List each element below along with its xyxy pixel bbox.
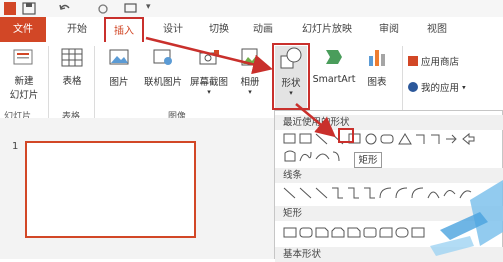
table-icon: [61, 48, 83, 67]
powerpoint-logo-icon: [4, 2, 16, 15]
picture-button[interactable]: 图片: [104, 46, 134, 88]
new-slide-button[interactable]: 新建 幻灯片: [6, 46, 42, 101]
slide-thumbnail[interactable]: [25, 141, 196, 238]
smartart-label: SmartArt: [312, 74, 356, 85]
shape-tooltip: 矩形: [354, 152, 382, 168]
chart-label: 图表: [367, 77, 387, 88]
tab-design[interactable]: 设计: [158, 21, 188, 39]
screenshot-label: 屏幕截图: [189, 77, 228, 88]
shapes-highlight-box: [272, 43, 310, 110]
store-bag-icon: [408, 56, 418, 66]
chart-button[interactable]: 图表: [362, 46, 392, 88]
picture-icon: [109, 49, 129, 65]
slideshow-start-icon[interactable]: [124, 2, 138, 15]
title-bar: ▾: [0, 0, 503, 17]
tab-view[interactable]: 视图: [422, 21, 452, 39]
my-apps-button[interactable]: 我的应用 ▾: [408, 80, 498, 94]
my-apps-label: 我的应用: [421, 83, 460, 94]
section-basic-shapes: 基本形状: [275, 247, 503, 262]
rectangle-shapes-icons[interactable]: [283, 226, 483, 240]
album-icon: [241, 48, 258, 66]
line-shapes-icons[interactable]: [283, 186, 483, 200]
online-picture-label: 联机图片: [143, 77, 182, 88]
app-store-button[interactable]: 应用商店: [408, 54, 488, 68]
redo-icon[interactable]: [97, 2, 109, 15]
ribbon-divider: [94, 46, 95, 118]
recent-shapes-icons[interactable]: [283, 132, 503, 146]
shapes-gallery: 最近使用的形状 线条 矩形 基本形状: [274, 110, 503, 262]
chart-icon: [369, 50, 385, 66]
table-button[interactable]: 表格: [52, 46, 92, 87]
new-slide-label-2: 幻灯片: [9, 90, 39, 101]
camera-icon: [199, 50, 219, 65]
table-label: 表格: [62, 76, 82, 87]
picture-label: 图片: [109, 77, 129, 88]
tab-insert[interactable]: 插入: [104, 17, 144, 42]
my-apps-icon: [408, 82, 418, 92]
tab-transitions[interactable]: 切换: [204, 21, 234, 39]
undo-icon[interactable]: [58, 2, 72, 15]
save-icon[interactable]: [22, 2, 36, 15]
ribbon-divider: [48, 46, 49, 118]
tab-home[interactable]: 开始: [62, 21, 92, 39]
album-button[interactable]: 相册 ▾: [236, 46, 264, 96]
smartart-button[interactable]: SmartArt: [312, 46, 356, 85]
tab-slideshow[interactable]: 幻灯片放映: [296, 21, 358, 39]
album-dropdown-icon[interactable]: ▾: [236, 88, 264, 96]
customize-qat-icon[interactable]: ▾: [146, 2, 151, 15]
app-store-label: 应用商店: [421, 57, 460, 68]
tab-animations[interactable]: 动画: [248, 21, 278, 39]
online-picture-icon: [153, 49, 172, 65]
tab-file[interactable]: 文件: [0, 17, 46, 42]
online-picture-button[interactable]: 联机图片: [140, 46, 186, 88]
my-apps-dropdown-icon[interactable]: ▾: [462, 84, 466, 92]
section-lines: 线条: [275, 168, 503, 183]
section-rectangles: 矩形: [275, 206, 503, 221]
new-slide-label-1: 新建: [14, 76, 34, 87]
new-slide-icon: [13, 49, 33, 65]
screenshot-dropdown-icon[interactable]: ▾: [186, 88, 232, 96]
slide-number: 1: [12, 141, 19, 152]
rectangle-shape-highlight: [338, 128, 354, 143]
ribbon-tabs: 文件 开始 插入 设计 切换 动画 幻灯片放映 审阅 视图: [0, 17, 503, 43]
tab-review[interactable]: 审阅: [374, 21, 404, 39]
album-label: 相册: [240, 77, 260, 88]
section-recent-shapes: 最近使用的形状: [275, 115, 503, 130]
screenshot-button[interactable]: 屏幕截图 ▾: [186, 46, 232, 96]
ribbon-divider: [402, 46, 403, 118]
smartart-icon: [326, 50, 342, 64]
